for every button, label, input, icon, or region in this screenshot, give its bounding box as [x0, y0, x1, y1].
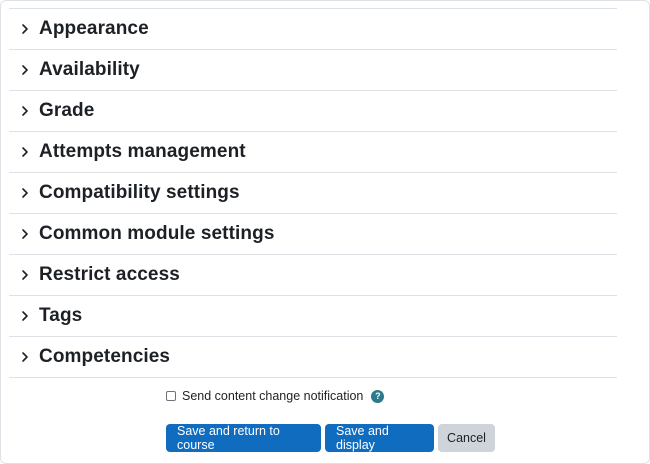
chevron-right-icon	[11, 105, 39, 117]
section-appearance[interactable]: Appearance	[9, 9, 617, 50]
section-title: Restrict access	[39, 264, 180, 285]
section-title: Common module settings	[39, 223, 275, 244]
section-restrict-access[interactable]: Restrict access	[9, 255, 617, 296]
section-tags[interactable]: Tags	[9, 296, 617, 337]
section-title: Compatibility settings	[39, 182, 240, 203]
save-and-display-button[interactable]: Save and display	[325, 424, 434, 452]
section-title: Competencies	[39, 346, 171, 367]
notification-row: Send content change notification ?	[166, 388, 385, 404]
section-title: Tags	[39, 305, 83, 326]
form-container: Appearance Availability Grade Attempts m…	[0, 0, 650, 464]
send-notification-checkbox[interactable]	[166, 391, 176, 401]
chevron-right-icon	[11, 146, 39, 158]
form-buttons: Save and return to course Save and displ…	[166, 424, 495, 452]
chevron-right-icon	[11, 310, 39, 322]
chevron-right-icon	[11, 64, 39, 76]
section-compatibility-settings[interactable]: Compatibility settings	[9, 173, 617, 214]
save-and-return-button[interactable]: Save and return to course	[166, 424, 321, 452]
cancel-button[interactable]: Cancel	[438, 424, 495, 452]
chevron-right-icon	[11, 23, 39, 35]
section-title: Appearance	[39, 18, 149, 39]
section-common-module-settings[interactable]: Common module settings	[9, 214, 617, 255]
chevron-right-icon	[11, 269, 39, 281]
send-notification-label[interactable]: Send content change notification	[182, 389, 363, 403]
chevron-right-icon	[11, 351, 39, 363]
section-competencies[interactable]: Competencies	[9, 337, 617, 378]
chevron-right-icon	[11, 228, 39, 240]
chevron-right-icon	[11, 187, 39, 199]
question-circle-icon[interactable]: ?	[371, 389, 385, 403]
section-grade[interactable]: Grade	[9, 91, 617, 132]
section-availability[interactable]: Availability	[9, 50, 617, 91]
section-title: Attempts management	[39, 141, 246, 162]
section-title: Availability	[39, 59, 140, 80]
section-attempts-management[interactable]: Attempts management	[9, 132, 617, 173]
collapsible-sections: Appearance Availability Grade Attempts m…	[9, 9, 617, 378]
section-title: Grade	[39, 100, 95, 121]
